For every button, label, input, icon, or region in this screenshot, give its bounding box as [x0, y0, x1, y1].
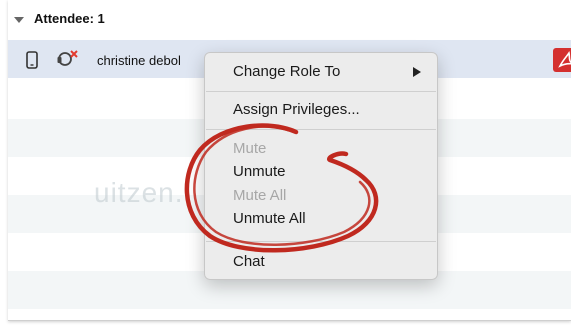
submenu-arrow-icon	[413, 67, 421, 77]
context-menu: Change Role To Assign Privileges... Mute…	[204, 52, 438, 280]
menu-item-mute-all: Mute All	[233, 187, 287, 204]
menu-item-assign-privileges[interactable]: Assign Privileges...	[233, 101, 360, 118]
menu-separator	[206, 241, 436, 242]
menu-separator	[206, 129, 436, 130]
attendee-group-header[interactable]: Attendee: 1	[8, 0, 571, 40]
pdf-icon[interactable]	[553, 48, 571, 72]
attendee-name: christine debol	[97, 53, 181, 68]
acrobat-icon	[558, 51, 571, 68]
disclosure-triangle-icon[interactable]	[13, 15, 25, 25]
phone-icon	[26, 51, 38, 69]
background-watermark: uitzen.	[94, 177, 184, 208]
menu-item-change-role[interactable]: Change Role To	[233, 63, 340, 80]
menu-item-unmute[interactable]: Unmute	[233, 163, 286, 180]
menu-item-unmute-all[interactable]: Unmute All	[233, 210, 306, 227]
presenter-role-icon	[57, 50, 78, 66]
menu-item-mute: Mute	[233, 140, 267, 157]
menu-item-chat[interactable]: Chat	[233, 253, 265, 270]
attendee-count-label: Attendee: 1	[34, 11, 105, 26]
menu-separator	[206, 91, 436, 92]
